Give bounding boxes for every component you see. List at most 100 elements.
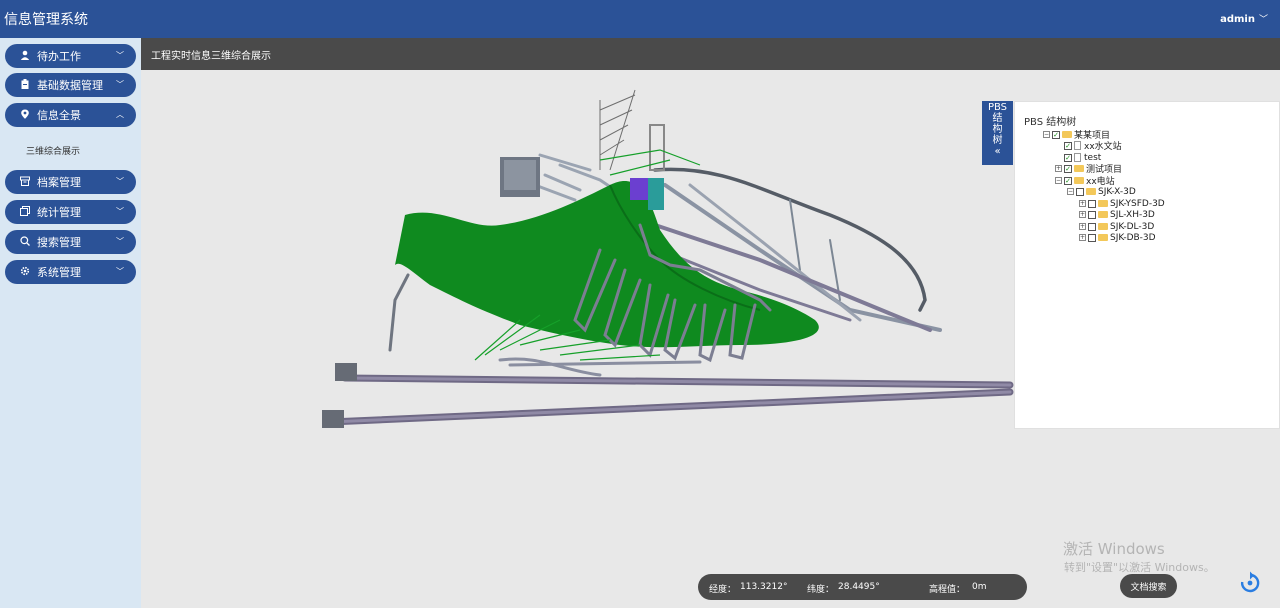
tree-expander-icon[interactable]: + bbox=[1079, 211, 1086, 218]
user-menu[interactable]: admin ﹀ bbox=[1220, 12, 1268, 25]
tree-node[interactable]: + SJK-YSFD-3D bbox=[1079, 198, 1165, 209]
tree-expander-icon[interactable]: + bbox=[1055, 165, 1062, 172]
altitude-label: 高程值： bbox=[929, 585, 966, 595]
sidebar-item-label: 系统管理 bbox=[37, 266, 81, 279]
tree-node-label: xx水文站 bbox=[1084, 142, 1122, 152]
sidebar-item-todo[interactable]: 待办工作 ﹀ bbox=[5, 44, 136, 68]
chevron-down-icon: ﹀ bbox=[116, 51, 124, 60]
tree-node-label: SJL-XH-3D bbox=[1110, 209, 1155, 220]
latitude-label: 纬度： bbox=[807, 585, 835, 595]
tree-checkbox[interactable]: ✓ bbox=[1052, 130, 1060, 139]
sidebar-item-label: 搜索管理 bbox=[37, 236, 81, 249]
folder-icon bbox=[1098, 234, 1108, 241]
latitude-value: 28.4495° bbox=[838, 582, 880, 592]
tree-checkbox[interactable] bbox=[1076, 187, 1084, 196]
tree-node-label: SJK-DL-3D bbox=[1110, 221, 1155, 232]
app-title: 信息管理系统 bbox=[4, 12, 88, 28]
tree-checkbox[interactable]: ✓ bbox=[1064, 141, 1072, 150]
tree-checkbox[interactable] bbox=[1088, 233, 1096, 242]
chevron-down-icon: ﹀ bbox=[116, 177, 124, 186]
folder-icon bbox=[1086, 188, 1096, 195]
sidebar-item-archive[interactable]: 档案管理 ﹀ bbox=[5, 170, 136, 194]
tree-node[interactable]: + ✓ 测试项目 bbox=[1055, 163, 1122, 175]
tree-node[interactable]: + SJL-XH-3D bbox=[1079, 209, 1155, 220]
content-header: 工程实时信息三维综合展示 bbox=[141, 38, 1280, 70]
tree-expander-icon[interactable]: − bbox=[1055, 177, 1062, 184]
gear-icon bbox=[19, 266, 31, 279]
sidebar-item-label: 信息全景 bbox=[37, 109, 81, 122]
tree-node[interactable]: + SJK-DL-3D bbox=[1079, 221, 1154, 232]
pbs-tree-panel: PBS 结构树 − ✓ 某某项目 ✓ xx水文站 ✓ test + ✓ 测试项目… bbox=[1014, 101, 1280, 429]
tree-node[interactable]: − ✓ xx电站 bbox=[1055, 175, 1115, 187]
tree-expander-icon[interactable]: − bbox=[1043, 131, 1050, 138]
terrain-surface bbox=[395, 181, 819, 348]
tree-expander-icon[interactable]: + bbox=[1079, 234, 1086, 241]
longitude-label: 经度： bbox=[709, 585, 737, 595]
chevron-down-icon: ﹀ bbox=[116, 267, 124, 276]
tree-checkbox[interactable] bbox=[1088, 210, 1096, 219]
folder-icon bbox=[1098, 200, 1108, 207]
chevron-down-icon: ﹀ bbox=[116, 237, 124, 246]
tree-node-label: SJK-DB-3D bbox=[1110, 232, 1156, 243]
chevron-up-icon: ︿ bbox=[116, 110, 124, 119]
folder-icon bbox=[1098, 223, 1108, 230]
tree-checkbox[interactable]: ✓ bbox=[1064, 153, 1072, 162]
building-block bbox=[500, 157, 540, 197]
activation-watermark-text: 转到"设置"以激活 Windows。 bbox=[1064, 561, 1215, 574]
sidebar-item-label: 基础数据管理 bbox=[37, 79, 103, 92]
tree-expander-icon[interactable]: + bbox=[1079, 223, 1086, 230]
pbs-tree-toggle[interactable]: PBS 结 构 树 « bbox=[982, 101, 1013, 165]
sidebar: 待办工作 ﹀ 基础数据管理 ﹀ 信息全景 ︿ 三维综合展示 档案管理 ﹀ 统计管… bbox=[0, 38, 141, 608]
chevron-down-icon: ﹀ bbox=[1258, 15, 1268, 25]
sidebar-item-label: 统计管理 bbox=[37, 206, 81, 219]
pbs-tab-text-3: 构 bbox=[992, 124, 1003, 135]
tree-checkbox[interactable] bbox=[1088, 199, 1096, 208]
folder-icon bbox=[1062, 131, 1072, 138]
sidebar-item-statistics[interactable]: 统计管理 ﹀ bbox=[5, 200, 136, 224]
top-bar: 信息管理系统 admin ﹀ bbox=[0, 0, 1280, 38]
tree-node[interactable]: + SJK-DB-3D bbox=[1079, 232, 1156, 243]
file-icon bbox=[1074, 153, 1081, 162]
pbs-panel-title: PBS 结构树 bbox=[1024, 117, 1077, 128]
activation-watermark-title: 激活 Windows bbox=[1063, 540, 1165, 558]
folder-icon bbox=[1098, 211, 1108, 218]
sidebar-item-basic-data[interactable]: 基础数据管理 ﹀ bbox=[5, 73, 136, 97]
folder-icon bbox=[1074, 165, 1084, 172]
clipboard-icon bbox=[19, 78, 31, 92]
pbs-tab-text-1: PBS bbox=[987, 102, 1008, 113]
tree-node[interactable]: − SJK-X-3D bbox=[1067, 186, 1136, 197]
longitude-value: 113.3212° bbox=[740, 582, 788, 592]
tree-expander-icon[interactable]: + bbox=[1079, 200, 1086, 207]
search-icon bbox=[19, 235, 31, 249]
pbs-tab-text-4: 树 bbox=[992, 135, 1003, 146]
sidebar-subitem-3d-display[interactable]: 三维综合展示 bbox=[26, 144, 80, 157]
document-search-button[interactable]: 文档搜索 bbox=[1120, 574, 1177, 598]
chevron-down-icon: ﹀ bbox=[116, 207, 124, 216]
tree-checkbox[interactable]: ✓ bbox=[1064, 164, 1072, 173]
sidebar-item-label: 待办工作 bbox=[37, 50, 81, 63]
tree-node[interactable]: ✓ xx水文站 bbox=[1055, 140, 1122, 152]
location-pin-icon bbox=[19, 109, 31, 122]
chevron-down-icon: ﹀ bbox=[116, 80, 124, 89]
tree-node-label: SJK-YSFD-3D bbox=[1110, 198, 1165, 209]
copy-icon bbox=[19, 205, 31, 219]
coordinates-readout: 经度： 113.3212° 纬度： 28.4495° 高程值： 0m bbox=[698, 574, 1027, 600]
tree-node-label: SJK-X-3D bbox=[1098, 186, 1136, 197]
folder-icon bbox=[1074, 177, 1084, 184]
archive-icon bbox=[19, 176, 31, 189]
altitude-value: 0m bbox=[972, 582, 987, 592]
username: admin bbox=[1220, 14, 1255, 25]
user-icon bbox=[19, 50, 31, 63]
tree-checkbox[interactable] bbox=[1088, 222, 1096, 231]
tree-expander-icon[interactable]: − bbox=[1067, 188, 1074, 195]
collapse-chevron-icon: « bbox=[994, 146, 1001, 157]
sidebar-item-search[interactable]: 搜索管理 ﹀ bbox=[5, 230, 136, 254]
page-title: 工程实时信息三维综合展示 bbox=[151, 50, 271, 62]
tree-checkbox[interactable]: ✓ bbox=[1064, 176, 1072, 185]
sidebar-item-system[interactable]: 系统管理 ﹀ bbox=[5, 260, 136, 284]
file-icon bbox=[1074, 141, 1081, 150]
sidebar-item-label: 档案管理 bbox=[37, 176, 81, 189]
sidebar-item-info-panorama[interactable]: 信息全景 ︿ bbox=[5, 103, 136, 127]
reset-view-icon[interactable] bbox=[1240, 571, 1260, 593]
tree-node-label: test bbox=[1084, 152, 1102, 163]
